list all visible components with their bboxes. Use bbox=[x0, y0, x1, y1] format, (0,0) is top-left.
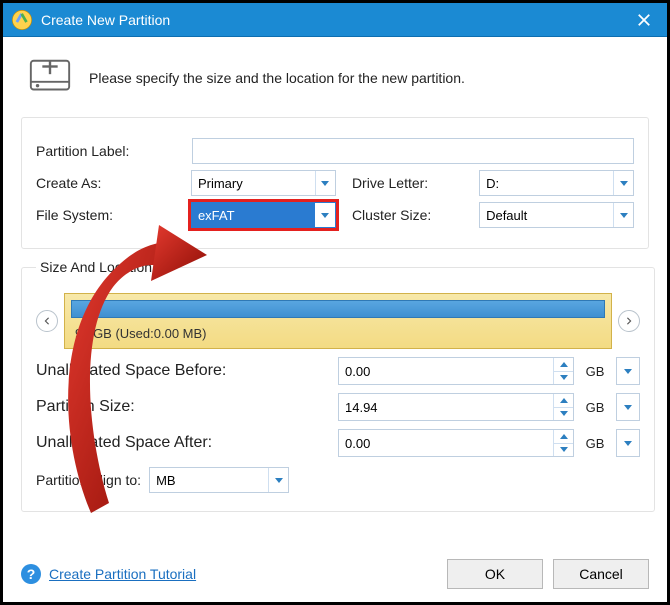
chevron-down-icon bbox=[613, 203, 633, 227]
spin-up-button[interactable] bbox=[554, 394, 573, 408]
partition-prev-button[interactable] bbox=[36, 310, 58, 332]
partition-stripe bbox=[71, 300, 605, 318]
partition-next-button[interactable] bbox=[618, 310, 640, 332]
cancel-button[interactable]: Cancel bbox=[553, 559, 649, 589]
spin-up-button[interactable] bbox=[554, 358, 573, 372]
unit-select[interactable] bbox=[616, 429, 640, 457]
align-select[interactable]: MB bbox=[149, 467, 289, 493]
partition-caption: 94 GB (Used:0.00 MB) bbox=[71, 326, 605, 341]
size-location-legend: Size And Location bbox=[36, 259, 156, 275]
size-location-group: Size And Location 94 GB (Used:0.00 MB) U… bbox=[21, 259, 655, 512]
label-space-after: Unallocated Space After: bbox=[36, 434, 332, 452]
row-create-as: Create As: Primary Drive Letter: D: bbox=[36, 170, 634, 196]
create-as-select[interactable]: Primary bbox=[191, 170, 336, 196]
partition-visual[interactable]: 94 GB (Used:0.00 MB) bbox=[64, 293, 612, 349]
partition-label-input[interactable] bbox=[192, 138, 634, 164]
chevron-down-icon bbox=[315, 203, 335, 227]
row-partition-label: Partition Label: bbox=[36, 138, 634, 164]
label-align: Partition Align to: bbox=[36, 472, 141, 488]
label-partition-label: Partition Label: bbox=[36, 143, 184, 159]
unit-label: GB bbox=[580, 400, 610, 415]
titlebar: Create New Partition bbox=[3, 3, 667, 37]
unit-select[interactable] bbox=[616, 357, 640, 385]
label-create-as: Create As: bbox=[36, 175, 183, 191]
help-icon[interactable]: ? bbox=[21, 564, 41, 584]
drive-letter-select[interactable]: D: bbox=[479, 170, 634, 196]
unit-label: GB bbox=[580, 364, 610, 379]
chevron-down-icon bbox=[315, 171, 335, 195]
cluster-size-select[interactable]: Default bbox=[479, 202, 634, 228]
row-file-system: File System: exFAT Cluster Size: Default bbox=[36, 202, 634, 228]
intro-text: Please specify the size and the location… bbox=[89, 70, 465, 86]
label-file-system: File System: bbox=[36, 207, 183, 223]
space-before-input[interactable] bbox=[339, 358, 553, 384]
chevron-down-icon bbox=[268, 468, 288, 492]
footer: ? Create Partition Tutorial OK Cancel bbox=[3, 552, 667, 596]
unit-select[interactable] bbox=[616, 393, 640, 421]
file-system-select[interactable]: exFAT bbox=[191, 202, 336, 228]
close-button[interactable] bbox=[629, 7, 659, 33]
align-value: MB bbox=[156, 473, 268, 488]
partition-size-spinner[interactable] bbox=[338, 393, 574, 421]
chevron-down-icon bbox=[613, 171, 633, 195]
row-align: Partition Align to: MB bbox=[36, 467, 640, 493]
label-cluster-size: Cluster Size: bbox=[352, 207, 471, 223]
unit-label: GB bbox=[580, 436, 610, 451]
drive-letter-value: D: bbox=[486, 176, 613, 191]
intro-section: Please specify the size and the location… bbox=[3, 37, 667, 111]
label-partition-size: Partition Size: bbox=[36, 398, 332, 416]
form-panel: Partition Label: Create As: Primary Driv… bbox=[21, 117, 649, 249]
partition-bar-row: 94 GB (Used:0.00 MB) bbox=[36, 293, 640, 349]
space-after-spinner[interactable] bbox=[338, 429, 574, 457]
row-space-before: Unallocated Space Before: GB bbox=[36, 357, 640, 385]
label-drive-letter: Drive Letter: bbox=[352, 175, 471, 191]
cluster-size-value: Default bbox=[486, 208, 613, 223]
tutorial-link[interactable]: Create Partition Tutorial bbox=[49, 566, 196, 582]
row-partition-size: Partition Size: GB bbox=[36, 393, 640, 421]
row-space-after: Unallocated Space After: GB bbox=[36, 429, 640, 457]
file-system-value: exFAT bbox=[198, 208, 315, 223]
window-title: Create New Partition bbox=[41, 12, 629, 28]
space-after-input[interactable] bbox=[339, 430, 553, 456]
create-as-value: Primary bbox=[198, 176, 315, 191]
spin-down-button[interactable] bbox=[554, 444, 573, 457]
app-icon bbox=[11, 9, 33, 31]
ok-button[interactable]: OK bbox=[447, 559, 543, 589]
spin-down-button[interactable] bbox=[554, 372, 573, 385]
space-before-spinner[interactable] bbox=[338, 357, 574, 385]
spin-down-button[interactable] bbox=[554, 408, 573, 421]
new-partition-icon bbox=[27, 55, 73, 101]
partition-size-input[interactable] bbox=[339, 394, 553, 420]
spin-up-button[interactable] bbox=[554, 430, 573, 444]
label-space-before: Unallocated Space Before: bbox=[36, 362, 332, 380]
